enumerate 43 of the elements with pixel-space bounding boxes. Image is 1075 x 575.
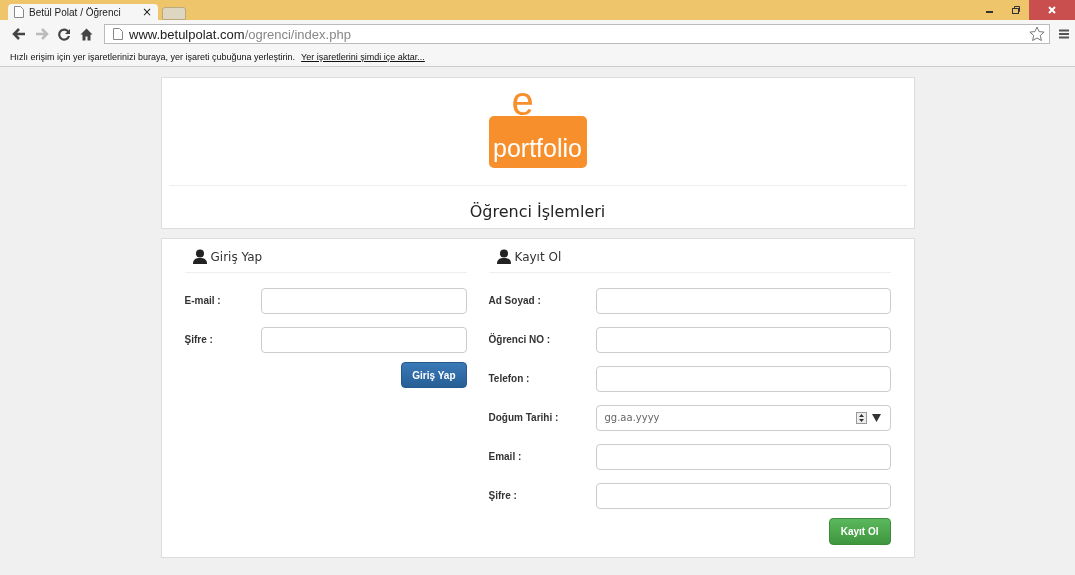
close-tab-button[interactable]: × [141, 6, 152, 18]
field-label: Ad Soyad : [488, 295, 542, 306]
close-window-button[interactable] [1029, 0, 1075, 20]
input-field[interactable] [260, 326, 467, 353]
browser-tab[interactable]: Betül Polat / Öğrenci × [8, 4, 158, 20]
section-heading: Giriş Yap [210, 249, 263, 264]
close-icon [1047, 5, 1057, 15]
section-heading: Kayıt Ol [514, 249, 562, 264]
bookmark-hint: Hızlı erişim için yer işaretlerinizi buraya, yer işareti çubuğuna yerleştirin. [10, 52, 296, 62]
field-label: Öğrenci NO : [488, 334, 552, 345]
input-field[interactable] [260, 287, 467, 314]
url-text: www.betulpolat.com/ogrenci/index.php [129, 26, 351, 42]
logo-letter: e [511, 86, 534, 116]
input-field[interactable] [595, 287, 891, 314]
field-label: Telefon : [488, 373, 531, 384]
field-label: Email : [488, 451, 523, 462]
tab-title: Betül Polat / Öğrenci [29, 6, 121, 18]
page-icon [113, 28, 123, 40]
input-field[interactable] [595, 482, 891, 509]
back-icon[interactable] [12, 28, 26, 40]
page-title: Öğrenci İşlemleri [469, 202, 606, 221]
star-icon[interactable] [1029, 26, 1045, 42]
date-field[interactable]: gg.aa.yyyy [595, 404, 891, 431]
page-icon [14, 6, 24, 18]
menu-icon[interactable] [1059, 29, 1069, 39]
import-bookmarks-link[interactable]: Yer işaretlerini şimdi içe aktar... [301, 52, 425, 62]
field-label: Şifre : [184, 334, 214, 345]
input-field[interactable] [595, 365, 891, 392]
reload-icon[interactable] [58, 27, 71, 41]
logo: portfolio [488, 116, 587, 168]
field-label: Şifre : [488, 490, 518, 501]
input-field[interactable] [595, 326, 891, 353]
field-label: Doğum Tarihi : [488, 412, 560, 423]
dropdown-icon[interactable] [871, 413, 881, 422]
login-button[interactable]: Giriş Yap [401, 362, 467, 388]
input-field[interactable] [595, 443, 891, 470]
user-icon [192, 249, 207, 264]
home-icon[interactable] [80, 27, 93, 41]
spinner-icon[interactable] [855, 411, 867, 424]
restore-icon[interactable] [1011, 5, 1021, 15]
field-label: E-mail : [184, 295, 222, 306]
address-bar[interactable]: www.betulpolat.com/ogrenci/index.php [104, 24, 1050, 44]
user-icon [496, 249, 511, 264]
